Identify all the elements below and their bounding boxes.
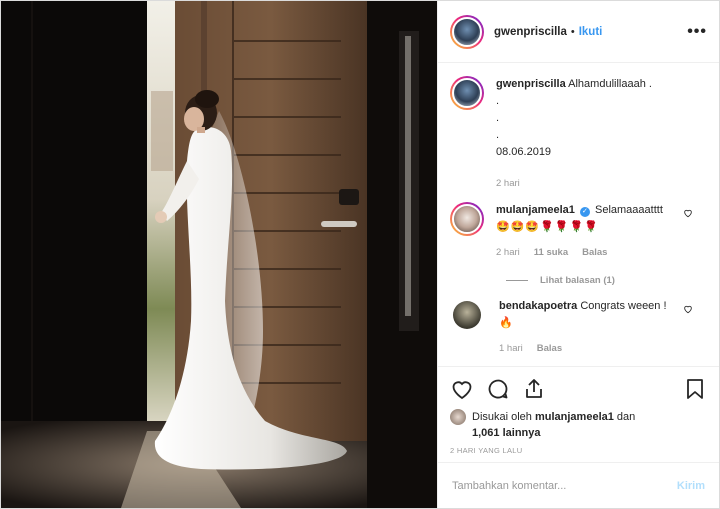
reply-button[interactable]: Balas bbox=[582, 244, 607, 261]
comment-item: mulanjameela1 ✓ Selamaaaatttt 🤩🤩🤩🌹🌹🌹🌹 2 … bbox=[450, 202, 707, 261]
comment-icon[interactable] bbox=[486, 377, 510, 401]
post-side-panel: gwenpriscilla • Ikuti ••• gwenpriscilla … bbox=[437, 1, 719, 508]
comment-username[interactable]: mulanjameela1 bbox=[496, 204, 575, 216]
comment-text: Congrats weeen ! bbox=[580, 300, 667, 312]
likes-prefix: Disukai oleh bbox=[472, 411, 532, 423]
comment-emojis: 🔥 bbox=[499, 317, 514, 329]
replies-divider bbox=[506, 280, 528, 281]
view-replies-button[interactable]: Lihat balasan (1) bbox=[506, 275, 707, 286]
caption: gwenpriscilla Alhamdulillaaah . . . . 08… bbox=[450, 76, 707, 192]
avatar-image bbox=[452, 78, 482, 108]
avatar-image bbox=[452, 16, 482, 47]
likes-count[interactable]: 1,061 lainnya bbox=[472, 427, 541, 439]
caption-text: Alhamdulillaaah . . . . 08.06.2019 bbox=[496, 78, 652, 158]
comment-input[interactable] bbox=[452, 479, 677, 492]
likes-and: dan bbox=[616, 411, 636, 423]
follow-button[interactable]: Ikuti bbox=[579, 26, 603, 38]
caption-username[interactable]: gwenpriscilla bbox=[496, 78, 566, 90]
share-icon[interactable] bbox=[522, 377, 546, 401]
post-actions: Disukai oleh mulanjameela1 dan 1,061 lai… bbox=[438, 366, 719, 455]
post-modal: gwenpriscilla • Ikuti ••• gwenpriscilla … bbox=[0, 0, 720, 509]
heart-icon[interactable] bbox=[450, 377, 474, 401]
comment-item: bendakapoetra Congrats weeen ! 🔥 1 hari … bbox=[450, 298, 707, 357]
liker-username[interactable]: mulanjameela1 bbox=[535, 411, 614, 423]
view-replies-label: Lihat balasan (1) bbox=[540, 275, 615, 286]
add-comment-bar: Kirim bbox=[438, 462, 719, 508]
wedding-photo-image bbox=[1, 1, 437, 508]
post-header: gwenpriscilla • Ikuti ••• bbox=[438, 1, 719, 63]
post-photo[interactable] bbox=[1, 1, 437, 508]
comment-emojis: 🤩🤩🤩🌹🌹🌹🌹 bbox=[496, 221, 599, 233]
like-comment-heart-icon[interactable] bbox=[683, 304, 693, 314]
bookmark-icon[interactable] bbox=[683, 377, 707, 401]
comments-list[interactable]: gwenpriscilla Alhamdulillaaah . . . . 08… bbox=[438, 64, 719, 364]
comment-time[interactable]: 1 hari bbox=[499, 340, 523, 357]
liker-avatar[interactable] bbox=[450, 409, 466, 425]
reply-button[interactable]: Balas bbox=[537, 340, 562, 357]
comment-likes[interactable]: 11 suka bbox=[534, 244, 568, 261]
comment-time[interactable]: 2 hari bbox=[496, 244, 520, 261]
author-username[interactable]: gwenpriscilla bbox=[494, 26, 567, 38]
caption-avatar[interactable] bbox=[450, 76, 484, 110]
comment-username[interactable]: bendakapoetra bbox=[499, 300, 577, 312]
verified-badge-icon: ✓ bbox=[579, 207, 590, 217]
author-avatar[interactable] bbox=[450, 14, 484, 49]
avatar-image bbox=[452, 204, 482, 234]
comment-avatar[interactable] bbox=[450, 202, 484, 236]
likes-summary: Disukai oleh mulanjameela1 dan 1,061 lai… bbox=[450, 409, 707, 441]
comment-text: Selamaaaatttt bbox=[595, 204, 663, 216]
like-comment-heart-icon[interactable] bbox=[683, 208, 693, 218]
more-icon[interactable]: ••• bbox=[687, 23, 707, 39]
separator-dot: • bbox=[570, 25, 575, 38]
caption-time[interactable]: 2 hari bbox=[496, 175, 520, 192]
post-date[interactable]: 2 HARI YANG LALU bbox=[450, 446, 707, 455]
post-comment-button[interactable]: Kirim bbox=[677, 480, 705, 492]
comment-avatar[interactable] bbox=[453, 301, 481, 329]
